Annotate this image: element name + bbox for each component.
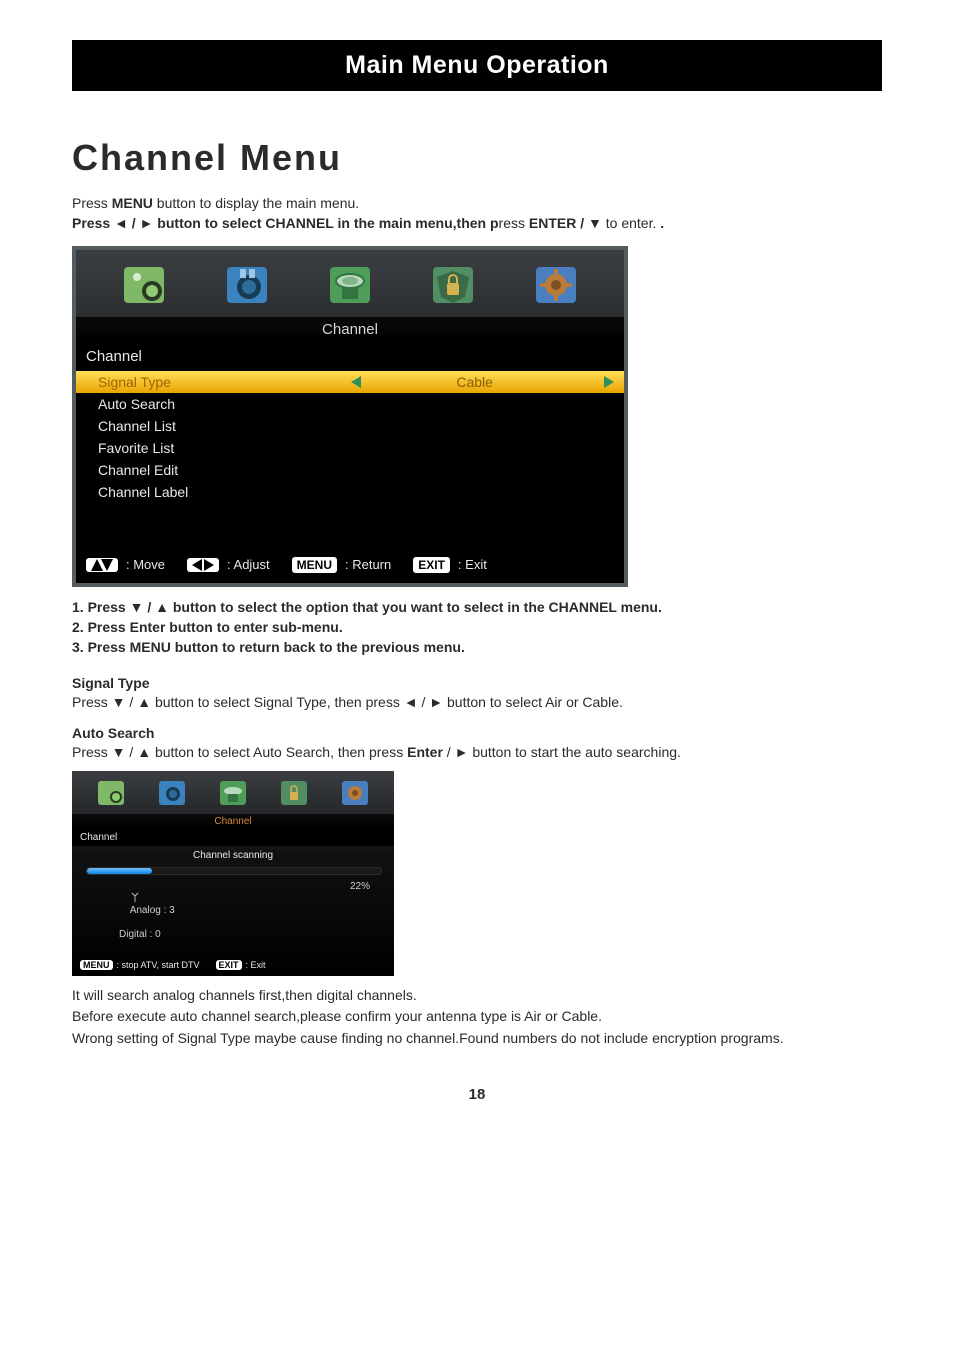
text-fragment: ress <box>499 215 529 231</box>
progress-fill <box>87 868 152 874</box>
bullet-2: 2. Press Enter button to enter sub-menu. <box>72 617 882 637</box>
settings-gear-icon <box>533 264 579 306</box>
scan-percent: 22% <box>350 881 370 927</box>
row-label: Channel Label <box>98 484 335 500</box>
auto-search-text: Press ▼ / ▲ button to select Auto Search… <box>72 743 882 763</box>
hint-adjust: : Adjust <box>227 557 270 572</box>
exit-box: EXIT <box>216 960 242 970</box>
osd-row-channel-list[interactable]: Channel List <box>76 415 624 437</box>
hint-move: : Move <box>126 557 165 572</box>
dot: . <box>660 215 664 231</box>
osd-sm-active-tab: Channel <box>72 813 394 829</box>
left-arrow-icon[interactable] <box>335 376 376 388</box>
row-label: Favorite List <box>98 440 335 456</box>
lock-icon <box>279 779 309 807</box>
enter-bold: ENTER / ▼ <box>529 215 602 231</box>
progress-bar <box>72 863 394 879</box>
auto-search-head: Auto Search <box>72 725 882 741</box>
osd-row-favorite-list[interactable]: Favorite List <box>76 437 624 459</box>
picture-mode-icon <box>96 779 126 807</box>
osd-row-signal-type[interactable]: Signal Type Cable <box>76 371 624 393</box>
menu-box: MENU <box>292 557 337 573</box>
row-value: Cable <box>377 374 573 390</box>
text-fragment: button to display the main menu. <box>153 195 359 211</box>
analog-label: Analog : <box>130 905 167 916</box>
signal-type-text: Press ▼ / ▲ button to select Signal Type… <box>72 693 882 713</box>
menu-bold: MENU <box>112 195 153 211</box>
osd-tab-icons <box>76 250 624 316</box>
channel-bold: CHANNEL <box>265 215 333 231</box>
lock-icon <box>430 264 476 306</box>
sound-mode-icon <box>157 779 187 807</box>
osd-row-auto-search[interactable]: Auto Search <box>76 393 624 415</box>
row-label: Channel List <box>98 418 335 434</box>
text-fragment: Press ▼ / ▲ button to select Auto Search… <box>72 744 407 760</box>
osd-button-hints: : Move : Adjust MENU : Return EXIT : Exi… <box>76 549 624 583</box>
exit-hint: : Exit <box>246 960 266 970</box>
osd-active-tab: Channel <box>76 316 624 342</box>
osd-row-channel-edit[interactable]: Channel Edit <box>76 459 624 481</box>
bullet-3: 3. Press MENU button to return back to t… <box>72 637 882 657</box>
exit-box: EXIT <box>413 557 450 573</box>
channel-icon <box>327 264 373 306</box>
settings-gear-icon <box>340 779 370 807</box>
osd-menu-body: Signal Type Cable Auto Search Channel Li… <box>76 371 624 549</box>
scan-digital-line: Digital : 0 <box>72 927 394 940</box>
hint-exit: : Exit <box>458 557 487 572</box>
osd-row-channel-label[interactable]: Channel Label <box>76 481 624 503</box>
closing-p3: Wrong setting of Signal Type maybe cause… <box>72 1029 882 1049</box>
text-fragment: to enter. <box>602 215 660 231</box>
enter-bold: Enter <box>407 744 443 760</box>
section-heading: Channel Menu <box>72 137 882 179</box>
left-right-icon <box>187 558 219 572</box>
osd-menu-header: Channel <box>76 342 624 371</box>
picture-mode-icon <box>121 264 167 306</box>
scan-title: Channel scanning <box>72 846 394 863</box>
analog-count: 3 <box>169 905 175 916</box>
up-down-icon <box>86 558 118 572</box>
text-fragment: / ► button to start the auto searching. <box>443 744 681 760</box>
antenna-icon <box>130 892 140 902</box>
manual-page: Main Menu Operation Channel Menu Press M… <box>0 0 954 1143</box>
menu-hint: : stop ATV, start DTV <box>117 960 200 970</box>
sound-mode-icon <box>224 264 270 306</box>
bullet-1: 1. Press ▼ / ▲ button to select the opti… <box>72 597 882 617</box>
osd-channel-scanning: Channel Channel Channel scanning Analog … <box>72 771 394 976</box>
digital-label: Digital : <box>119 929 152 940</box>
osd-sm-header: Channel <box>72 829 394 846</box>
menu-box: MENU <box>80 960 113 970</box>
osd-sm-tab-icons <box>72 771 394 813</box>
row-label: Auto Search <box>98 396 335 412</box>
signal-type-head: Signal Type <box>72 675 882 691</box>
text-bold: Press ◄ / ► button to select <box>72 215 265 231</box>
title-bar: Main Menu Operation <box>72 40 882 91</box>
page-number: 18 <box>72 1086 882 1103</box>
scan-analog-line: Analog : 3 22% <box>72 879 394 927</box>
osd-sm-hints: MENU : stop ATV, start DTV EXIT : Exit <box>72 940 394 976</box>
hint-return: : Return <box>345 557 391 572</box>
channel-icon <box>218 779 248 807</box>
row-label: Signal Type <box>98 374 335 390</box>
closing-p1: It will search analog channels first,the… <box>72 986 882 1006</box>
closing-p2: Before execute auto channel search,pleas… <box>72 1007 882 1027</box>
text-fragment: Press <box>72 195 112 211</box>
text-bold: in the main menu,then p <box>334 215 499 231</box>
intro-line-1: Press MENU button to display the main me… <box>72 193 882 213</box>
osd-channel-menu: Channel Channel Signal Type Cable Auto S… <box>72 246 628 587</box>
instruction-bullets: 1. Press ▼ / ▲ button to select the opti… <box>72 597 882 658</box>
intro-line-2: Press ◄ / ► button to select CHANNEL in … <box>72 213 882 233</box>
digital-count: 0 <box>155 929 161 940</box>
row-label: Channel Edit <box>98 462 335 478</box>
right-arrow-icon[interactable] <box>573 376 614 388</box>
